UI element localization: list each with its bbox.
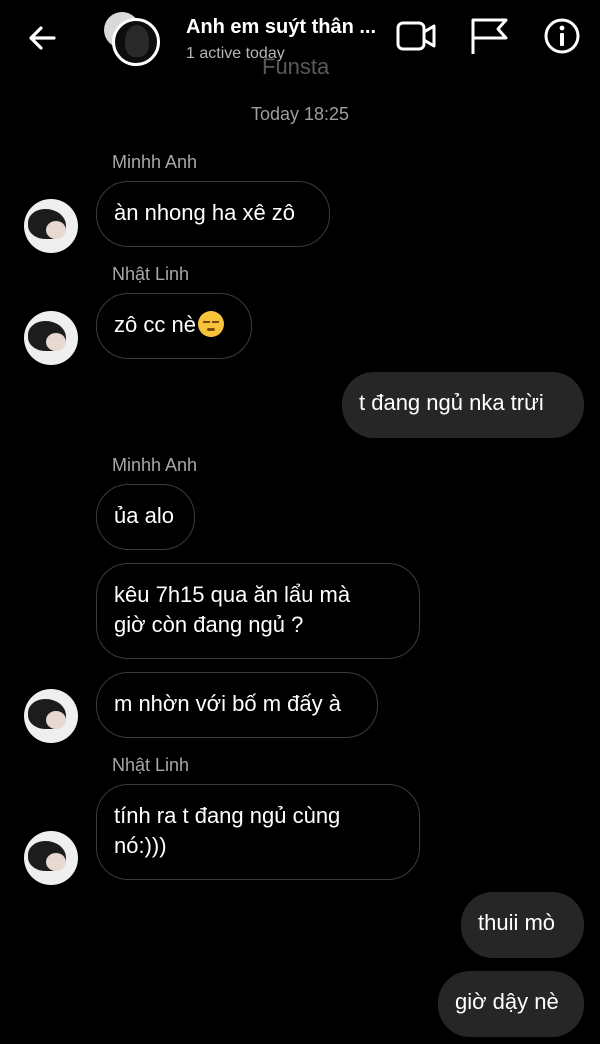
message-text: giờ dậy nè xyxy=(455,989,559,1014)
avatar[interactable] xyxy=(24,199,78,253)
message-text: m nhờn với bố m đấy à xyxy=(114,691,341,716)
flag-icon xyxy=(471,18,508,54)
message-bubble[interactable]: tính ra t đang ngủ cùng nó:))) xyxy=(96,784,420,880)
conversation-title[interactable]: Anh em suýt thân ... xyxy=(186,16,386,39)
message-bubble[interactable]: thuii mò xyxy=(461,892,584,958)
message-bubble[interactable]: zô cc nè xyxy=(96,293,252,359)
message-text: kêu 7h15 qua ăn lẩu mà xyxy=(114,582,351,607)
message-text: ủa alo xyxy=(114,503,174,528)
message-text: t đang ngủ nka trừi xyxy=(359,390,544,415)
message-bubble[interactable]: m nhờn với bố m đấy à xyxy=(96,672,378,738)
info-icon xyxy=(544,18,580,54)
chat-header: Anh em suýt thân ... 1 active today Funs… xyxy=(0,0,600,80)
message-text-line-2: nó:))) xyxy=(114,833,167,858)
video-call-button[interactable] xyxy=(394,16,438,56)
avatar[interactable] xyxy=(24,311,78,365)
sender-name: Minhh Anh xyxy=(112,455,198,475)
avatar[interactable] xyxy=(24,689,78,743)
message-bubble[interactable]: kêu 7h15 qua ăn lẩu mà giờ còn đang ngủ … xyxy=(96,563,420,659)
watermark-text: Funsta xyxy=(262,54,330,79)
sender-name: Minhh Anh xyxy=(112,152,198,172)
pensive-face-emoji-icon xyxy=(197,311,224,337)
message-text: àn nhong ha xê zô xyxy=(114,200,296,225)
message-bubble[interactable]: giờ dậy nè xyxy=(438,971,584,1037)
info-button[interactable] xyxy=(541,16,585,56)
message-text: tính ra t đang ngủ cùng xyxy=(114,803,341,828)
group-avatar[interactable] xyxy=(104,12,164,68)
back-button[interactable] xyxy=(24,20,60,56)
avatar[interactable] xyxy=(24,831,78,885)
message-text: zô cc nè xyxy=(114,312,196,337)
sender-name: Nhật Linh xyxy=(112,755,190,775)
back-arrow-icon xyxy=(29,26,56,50)
message-bubble[interactable]: àn nhong ha xê zô xyxy=(96,181,330,247)
group-avatar-front xyxy=(112,18,160,66)
sender-name: Nhật Linh xyxy=(112,264,190,284)
report-button[interactable] xyxy=(468,16,512,56)
message-text-line-2: giờ còn đang ngủ ? xyxy=(114,612,304,637)
message-bubble[interactable]: ủa alo xyxy=(96,484,195,550)
message-bubble[interactable]: t đang ngủ nka trừi xyxy=(342,372,584,438)
video-call-icon xyxy=(396,21,436,51)
message-text: thuii mò xyxy=(478,910,556,935)
chat-timestamp: Today 18:25 xyxy=(250,104,350,124)
